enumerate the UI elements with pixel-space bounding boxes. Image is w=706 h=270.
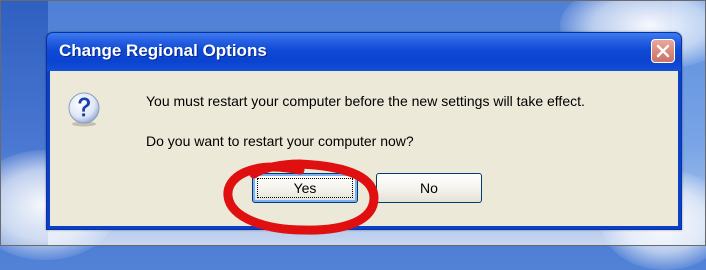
yes-button[interactable]: Yes <box>252 173 358 203</box>
restart-dialog: Change Regional Options You must restart… <box>46 32 682 230</box>
no-button[interactable]: No <box>376 173 482 203</box>
question-text: Do you want to restart your computer now… <box>146 133 414 149</box>
dialog-title: Change Regional Options <box>59 41 267 60</box>
no-button-label: No <box>420 180 438 196</box>
yes-button-label: Yes <box>293 180 317 196</box>
dialog-body: You must restart your computer before th… <box>50 71 678 226</box>
message-text: You must restart your computer before th… <box>146 93 585 109</box>
close-button[interactable] <box>651 39 675 63</box>
question-icon <box>66 91 102 127</box>
dialog-titlebar[interactable]: Change Regional Options <box>47 33 681 71</box>
close-icon <box>656 44 670 58</box>
